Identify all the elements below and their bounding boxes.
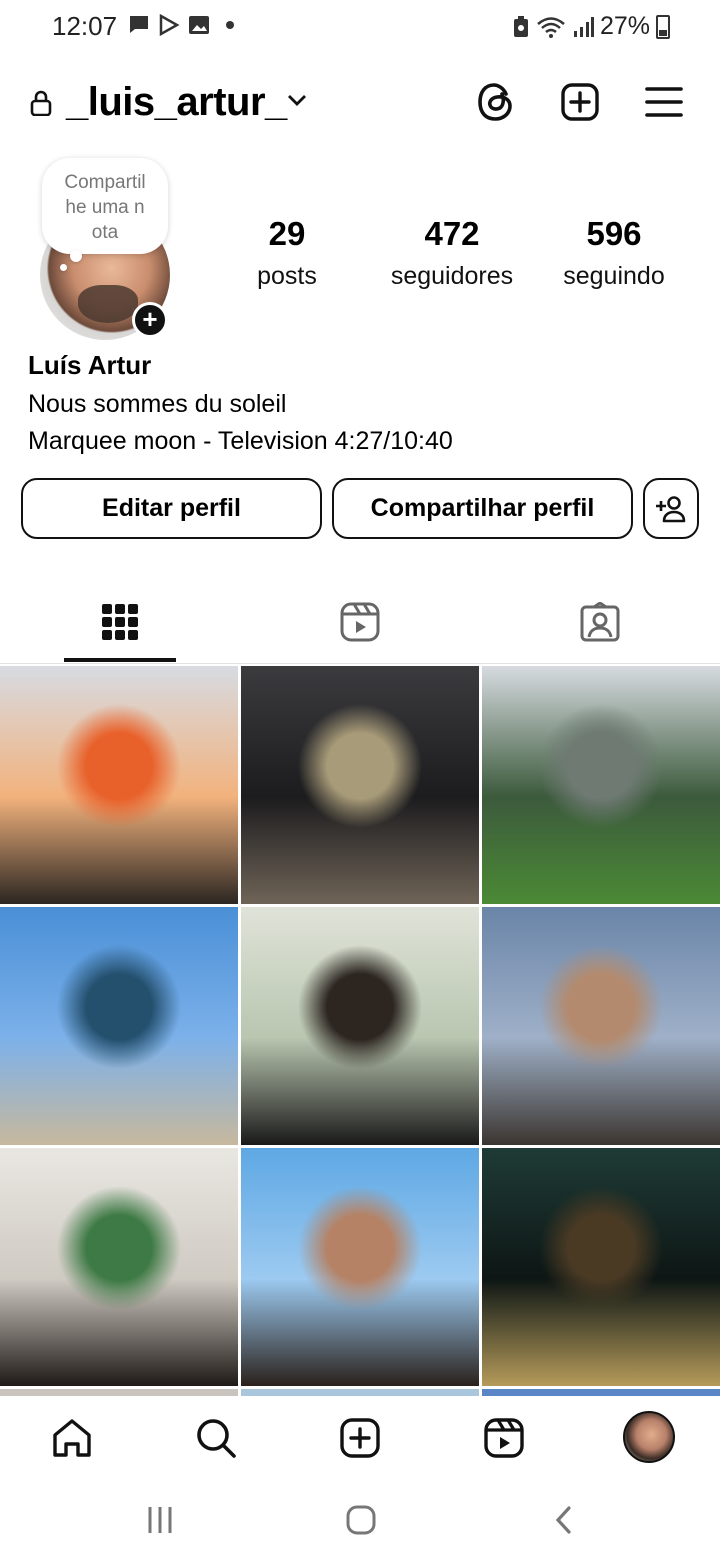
profile-avatar-icon: [623, 1411, 675, 1463]
discover-people-button[interactable]: [643, 478, 699, 539]
username[interactable]: _luis_artur_: [66, 80, 287, 125]
nav-profile[interactable]: [622, 1410, 676, 1464]
tab-tagged[interactable]: [480, 580, 720, 664]
stat-followers-value: 472: [424, 215, 480, 252]
battery-percent: 27%: [599, 12, 650, 40]
status-bar: 12:07 27%: [0, 0, 720, 54]
add-post-icon: [561, 83, 599, 121]
grid-icon: [102, 604, 138, 640]
tagged-icon: [580, 602, 620, 642]
bio-line: Nous sommes du soleil: [28, 390, 287, 418]
more-notifications-dot: [226, 21, 234, 29]
stat-followers-label: seguidores: [390, 262, 514, 290]
recent-apps-button[interactable]: [140, 1500, 180, 1540]
note-bubble[interactable]: Compartilhe uma nota: [42, 158, 168, 254]
post-thumbnail[interactable]: [482, 666, 720, 904]
post-thumbnail[interactable]: [482, 1148, 720, 1386]
nav-search[interactable]: [192, 1414, 240, 1462]
post-thumbnail[interactable]: [241, 907, 479, 1145]
play-store-icon: [159, 14, 180, 36]
signal-icon: [573, 16, 594, 37]
post-thumbnail[interactable]: [482, 1389, 720, 1396]
bio: Nous sommes du soleil Marquee moon - Tel…: [28, 386, 453, 460]
home-icon: [53, 1419, 91, 1457]
nav-create[interactable]: [336, 1414, 384, 1462]
threads-button[interactable]: [474, 80, 518, 124]
battery-icon: [656, 14, 670, 39]
post-thumbnail[interactable]: [0, 907, 238, 1145]
menu-button[interactable]: [642, 80, 686, 124]
post-thumbnail[interactable]: [0, 1148, 238, 1386]
edit-profile-button[interactable]: Editar perfil: [21, 478, 322, 539]
full-name: Luís Artur: [28, 350, 152, 380]
stat-following[interactable]: 596 seguindo: [548, 212, 680, 296]
note-bubble-tail-small: [60, 264, 67, 271]
stat-posts-label: posts: [257, 262, 317, 290]
bio-music-line[interactable]: Marquee moon - Television 4:27/10:40: [28, 423, 453, 460]
message-icon: [130, 16, 148, 33]
tab-reels[interactable]: [240, 580, 480, 664]
add-story-icon[interactable]: +: [132, 302, 168, 338]
stat-posts[interactable]: 29 posts: [236, 212, 338, 296]
lock-icon: [30, 90, 52, 116]
threads-icon: [478, 83, 512, 121]
profile-tabs: [0, 580, 720, 664]
system-icons: 27%: [512, 12, 670, 41]
tab-posts-grid[interactable]: [0, 580, 240, 664]
back-button[interactable]: [544, 1500, 584, 1540]
stat-posts-value: 29: [268, 215, 306, 252]
battery-saver-icon: [513, 15, 528, 37]
share-profile-button[interactable]: Compartilhar perfil: [332, 478, 633, 539]
recent-apps-icon: [148, 1507, 172, 1533]
reels-icon: [484, 1418, 524, 1458]
nav-reels[interactable]: [480, 1414, 528, 1462]
home-system-icon: [346, 1505, 376, 1535]
system-navigation-bar: [0, 1480, 720, 1560]
stat-following-value: 596: [586, 215, 642, 252]
notification-icons: [128, 14, 234, 36]
chevron-down-icon[interactable]: [286, 92, 308, 108]
create-icon: [340, 1418, 380, 1458]
home-system-button[interactable]: [341, 1500, 381, 1540]
bottom-navigation: [0, 1396, 720, 1480]
create-button[interactable]: [558, 80, 602, 124]
hamburger-menu-icon: [645, 87, 683, 117]
add-person-icon: [656, 495, 686, 522]
status-time: 12:07: [52, 11, 118, 41]
post-thumbnail[interactable]: [0, 1389, 238, 1396]
post-thumbnail[interactable]: [482, 907, 720, 1145]
post-thumbnail[interactable]: [241, 666, 479, 904]
post-thumbnail[interactable]: [241, 1148, 479, 1386]
nav-home[interactable]: [48, 1414, 96, 1462]
stat-following-label: seguindo: [563, 262, 665, 290]
note-bubble-tail: [70, 250, 82, 262]
profile-header: _luis_artur_: [0, 62, 720, 142]
posts-grid: [0, 666, 720, 1396]
note-placeholder: Compartilhe uma nota: [64, 172, 146, 243]
search-icon: [197, 1419, 236, 1458]
post-thumbnail[interactable]: [0, 666, 238, 904]
gallery-icon: [189, 16, 209, 34]
reels-icon: [340, 602, 380, 642]
post-thumbnail[interactable]: [241, 1389, 479, 1396]
stat-followers[interactable]: 472 seguidores: [376, 212, 528, 296]
selected-tab-indicator: [64, 658, 176, 662]
wifi-icon: [537, 16, 565, 38]
back-icon: [555, 1506, 571, 1534]
